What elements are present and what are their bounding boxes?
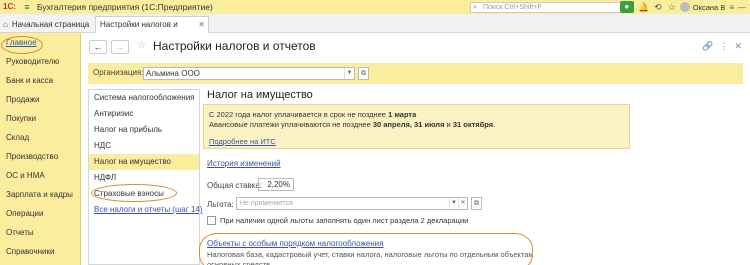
sidebar-item-reports[interactable]: Отчеты: [0, 223, 80, 242]
minimize-icon[interactable]: —: [738, 3, 746, 12]
title-bar: 1С: ≡ Бухгалтерия предприятия (1С:Предпр…: [0, 0, 750, 14]
favorite-star-icon[interactable]: ☆: [137, 40, 146, 51]
search-icon: ⌕: [473, 4, 477, 11]
rate-input[interactable]: 2,20%: [258, 178, 294, 191]
history-link[interactable]: История изменений: [207, 159, 281, 168]
search-input[interactable]: ⌕ Поиск Ctrl+Shift+F ▼: [470, 2, 628, 13]
benefit-select[interactable]: Не применяется ▼ ✕: [236, 197, 468, 210]
titlebar-right: ● 🔔 ⟲ ☆ Оксана В ≡ —: [619, 0, 750, 14]
sidebar-item-warehouse[interactable]: Склад: [0, 128, 80, 147]
sidebar-item-salary[interactable]: Зарплата и кадры: [0, 185, 80, 204]
clear-icon[interactable]: ✕: [458, 198, 467, 209]
highlight-oval-property-tax: [91, 184, 177, 202]
back-button[interactable]: ←: [89, 40, 107, 54]
section-item-all-taxes[interactable]: Все налоги и отчеты (шаг 14): [89, 202, 203, 218]
highlight-oval-main: [1, 36, 43, 54]
app-logo: 1С:: [3, 2, 16, 11]
rate-label: Общая ставка:: [207, 181, 263, 190]
sidebar-item-directories[interactable]: Справочники: [0, 242, 80, 261]
sidebar-item-bank[interactable]: Банк и касса: [0, 71, 80, 90]
app-title: Бухгалтерия предприятия (1С:Предприятие): [37, 2, 213, 12]
chevron-down-icon[interactable]: ▼: [449, 198, 458, 209]
section-list: Система налогообложения Антириэис Налог …: [88, 89, 203, 265]
organization-label: Организация:: [93, 68, 144, 77]
history-icon[interactable]: ⟲: [652, 2, 664, 13]
main-content: ← → ☆ Настройки налогов и отчетов 🔗 ⋮ ✕ …: [81, 33, 750, 265]
info-line-1-date: 1 марта: [388, 110, 417, 119]
user-name[interactable]: Оксана В: [693, 3, 726, 12]
chevron-down-icon[interactable]: ▼: [344, 68, 354, 79]
single-sheet-checkbox-label: При наличии одной льготы заполнять один …: [220, 216, 469, 225]
section-item-property-tax[interactable]: Налог на имущество: [89, 154, 199, 170]
more-icon[interactable]: ⋮: [719, 41, 728, 52]
sidebar-item-production[interactable]: Производство: [0, 147, 80, 166]
avatar[interactable]: [679, 2, 690, 12]
window-menu-icon[interactable]: ≡: [729, 3, 734, 12]
open-link-icon[interactable]: ⧉: [471, 197, 482, 210]
single-sheet-checkbox[interactable]: [207, 216, 216, 225]
forward-button[interactable]: →: [111, 40, 129, 54]
menu-icon[interactable]: ≡: [21, 1, 33, 13]
highlight-oval-special-objects: [199, 233, 533, 265]
info-line-2-and: и: [444, 120, 453, 129]
notification-badge[interactable]: ●: [619, 1, 634, 13]
star-icon[interactable]: ☆: [666, 2, 678, 13]
sidebar-item-manager[interactable]: Руководителю: [0, 52, 80, 71]
organization-bar: Организация: Альмина ООО ▼ ⧉: [88, 63, 743, 84]
sidebar-item-sales[interactable]: Продажи: [0, 90, 80, 109]
section-item-profit-tax[interactable]: Налог на прибыль: [89, 122, 199, 138]
info-line-2-date-last: 31 октября: [452, 120, 494, 129]
info-line-2: Авансовые платежи уплачиваются не поздне…: [209, 120, 495, 129]
info-line-1-text: С 2022 года налог уплачивается в срок не…: [209, 110, 389, 119]
organization-select[interactable]: Альмина ООО ▼: [143, 67, 355, 80]
benefit-placeholder: Не применяется: [240, 200, 293, 207]
info-box: С 2022 года налог уплачивается в срок не…: [203, 104, 630, 149]
tab-tax-settings[interactable]: Настройки налогов и отчетов ✕: [95, 16, 209, 44]
home-icon: ⌂: [3, 19, 8, 29]
info-line-1: С 2022 года налог уплачивается в срок не…: [209, 110, 416, 119]
sidebar-item-assets[interactable]: ОС и НМА: [0, 166, 80, 185]
header-icons: 🔗 ⋮ ✕: [702, 41, 742, 52]
benefit-label: Льгота:: [207, 200, 234, 209]
tab-home[interactable]: ⌂ Начальная страница: [3, 17, 89, 31]
organization-value: Альмина ООО: [146, 69, 200, 78]
info-line-2-end: .: [493, 120, 496, 129]
open-link-icon[interactable]: ⧉: [358, 67, 369, 80]
close-icon[interactable]: ✕: [734, 41, 742, 52]
panel-title: Налог на имущество: [207, 89, 313, 101]
info-line-2-text: Авансовые платежи уплачиваются не поздне…: [209, 120, 373, 129]
search-placeholder: Поиск Ctrl+Shift+F: [483, 4, 542, 11]
bell-icon[interactable]: 🔔: [638, 2, 650, 13]
sidebar-item-operations[interactable]: Операции: [0, 204, 80, 223]
close-icon[interactable]: ✕: [198, 17, 205, 32]
tab-bar: ⌂ Начальная страница Настройки налогов и…: [0, 14, 750, 44]
property-tax-panel: Налог на имущество С 2022 года налог упл…: [199, 89, 750, 265]
tab-home-label: Начальная страница: [11, 19, 90, 29]
single-sheet-checkbox-row[interactable]: При наличии одной льготы заполнять один …: [207, 216, 468, 225]
section-item-tax-system[interactable]: Система налогообложения: [89, 90, 199, 106]
section-item-antirisk[interactable]: Антириэис: [89, 106, 199, 122]
info-line-2-dates: 30 апреля, 31 июля: [372, 120, 445, 129]
link-icon[interactable]: 🔗: [702, 41, 713, 52]
sidebar: Главное Руководителю Банк и касса Продаж…: [0, 33, 81, 265]
its-link[interactable]: Подробнее на ИТС: [209, 137, 276, 146]
page-title: Настройки налогов и отчетов: [153, 39, 316, 53]
section-item-vat[interactable]: НДС: [89, 138, 199, 154]
sidebar-item-purchases[interactable]: Покупки: [0, 109, 80, 128]
